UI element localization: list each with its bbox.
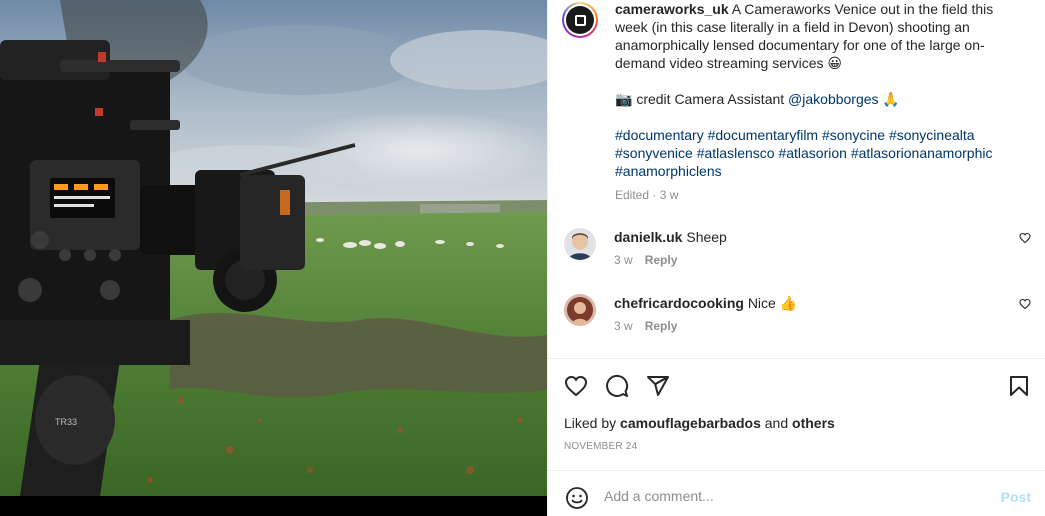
add-comment-bar: Post [548, 478, 1045, 516]
post-button[interactable]: Post [1001, 489, 1031, 505]
caption-text: cameraworks_uk A Cameraworks Venice out … [615, 0, 997, 204]
caption-meta: Edited · 3 w [615, 188, 679, 202]
commenter-avatar[interactable] [564, 228, 596, 260]
likes-conj: and [760, 415, 793, 431]
comment-username[interactable]: chefricardocooking [614, 295, 744, 311]
comment-item: danielk.uk Sheep 3 w Reply [564, 228, 1031, 267]
hashtag-link[interactable]: #sonycine [822, 127, 885, 143]
comment-input[interactable] [604, 488, 984, 504]
post-media[interactable]: TR33 [0, 0, 547, 516]
comment-text: Sheep [686, 229, 727, 245]
caption-hashtags: #documentary #documentaryfilm #sonycine … [615, 126, 997, 180]
caption-credit: 📷 credit Camera Assistant @jakobborges 🙏 [615, 90, 997, 108]
credit-emoji: 🙏 [878, 91, 900, 107]
edited-label: Edited [615, 188, 650, 202]
action-bar [564, 374, 1031, 398]
divider [548, 470, 1045, 471]
comment-time[interactable]: 3 w [614, 319, 633, 333]
emoji-icon[interactable] [565, 486, 589, 510]
liked-by-user[interactable]: camouflagebarbados [620, 415, 761, 431]
caption-paragraph: cameraworks_uk A Cameraworks Venice out … [615, 0, 997, 72]
likes-prefix: Liked by [564, 415, 621, 431]
caption: cameraworks_uk A Cameraworks Venice out … [562, 0, 1031, 204]
post-details-panel: cameraworks_uk A Cameraworks Venice out … [547, 0, 1045, 516]
share-icon[interactable] [646, 374, 670, 398]
post-photo: TR33 [0, 0, 547, 496]
comment-heart-icon[interactable] [1019, 232, 1031, 244]
credit-text: 📷 credit Camera Assistant [615, 91, 789, 107]
hashtag-link[interactable]: #sonyvenice [615, 145, 693, 161]
svg-text:TR33: TR33 [55, 417, 77, 427]
hashtag-link[interactable]: #atlasorionanamorphic [851, 145, 993, 161]
likes-others-link[interactable]: others [792, 415, 835, 431]
reply-button[interactable]: Reply [645, 253, 678, 267]
caption-time[interactable]: 3 w [660, 188, 679, 202]
comment-text: Nice 👍 [747, 295, 798, 311]
comment-username[interactable]: danielk.uk [614, 229, 682, 245]
hashtag-link[interactable]: #sonycinealta [889, 127, 975, 143]
hashtag-link[interactable]: #documentaryfilm [708, 127, 819, 143]
reply-button[interactable]: Reply [645, 319, 678, 333]
comment-icon[interactable] [605, 374, 629, 398]
comment-heart-icon[interactable] [1019, 298, 1031, 310]
caption-username[interactable]: cameraworks_uk [615, 1, 729, 17]
hashtag-link[interactable]: #anamorphiclens [615, 163, 722, 179]
comment-time[interactable]: 3 w [614, 253, 633, 267]
hashtag-link[interactable]: #atlasorion [778, 145, 847, 161]
likes-summary: Liked by camouflagebarbados and others [564, 415, 835, 431]
hashtag-link[interactable]: #atlaslensco [697, 145, 775, 161]
mention-link[interactable]: @jakobborges [788, 91, 879, 107]
camera-in-field-image: TR33 [0, 0, 547, 496]
heart-icon[interactable] [564, 374, 588, 398]
commenter-avatar[interactable] [564, 294, 596, 326]
divider [548, 358, 1045, 359]
hashtag-link[interactable]: #documentary [615, 127, 704, 143]
bookmark-icon[interactable] [1007, 374, 1031, 398]
post-date[interactable]: NOVEMBER 24 [564, 441, 637, 452]
comment-item: chefricardocooking Nice 👍 3 w Reply [564, 294, 1031, 333]
profile-avatar-icon[interactable] [562, 2, 598, 38]
